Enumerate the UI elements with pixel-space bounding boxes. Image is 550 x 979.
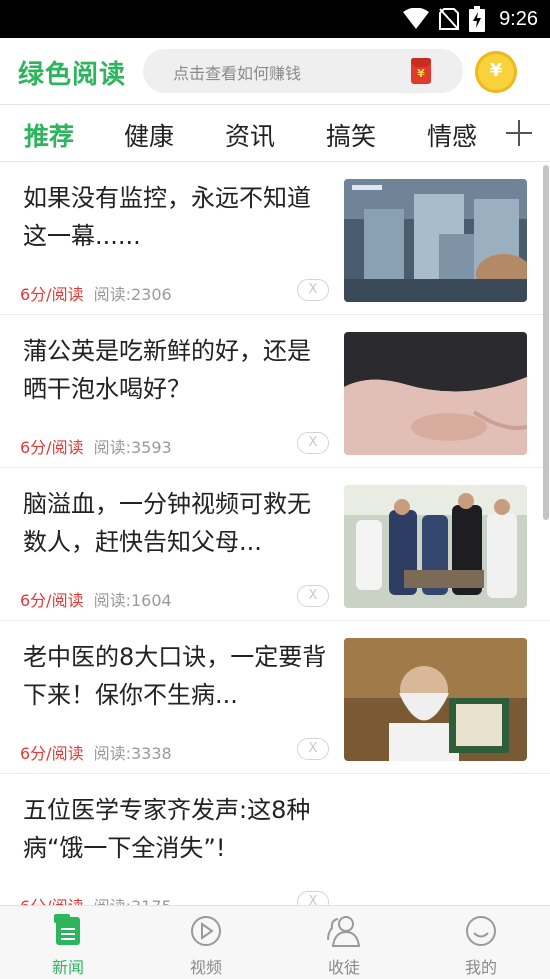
article-title: 如果没有监控，永远不知道这一幕...... (23, 184, 311, 250)
tab-health[interactable]: 健康 (124, 117, 174, 153)
read-count: 阅读:2306 (93, 285, 172, 304)
article-feed[interactable]: 如果没有监控，永远不知道这一幕...... 6分/阅读 阅读:2306 X 蒲公英… (0, 162, 550, 905)
points-label: 6分/阅读 (20, 591, 84, 610)
article-meta: 6分/阅读 阅读:1604 (20, 587, 172, 611)
scrollbar[interactable] (543, 165, 549, 520)
article-title: 老中医的8大口诀，一定要背下来！保你不生病... (23, 643, 327, 709)
points-label: 6分/阅读 (20, 285, 84, 304)
tab-emotion[interactable]: 情感 (427, 117, 477, 153)
article-item[interactable]: 五位医学专家齐发声:这8种病“饿一下全消失”! 6分/阅读 阅读:3175 X (0, 774, 550, 905)
article-meta: 6分/阅读 阅读:3175 (20, 893, 172, 905)
dismiss-button[interactable]: X (297, 432, 329, 454)
no-sim-icon (439, 8, 460, 30)
news-icon (54, 914, 80, 945)
add-tab-icon[interactable] (505, 119, 533, 147)
nav-label: 视频 (189, 958, 222, 977)
dismiss-button[interactable]: X (297, 585, 329, 607)
article-thumbnail (344, 179, 527, 302)
article-meta: 6分/阅读 阅读:3593 (20, 434, 172, 458)
battery-charging-icon (469, 6, 486, 32)
article-title: 蒲公英是吃新鲜的好，还是晒干泡水喝好？ (23, 337, 311, 403)
play-icon (191, 916, 221, 946)
tab-news[interactable]: 资讯 (225, 117, 275, 153)
nav-news[interactable]: 新闻 (18, 914, 118, 977)
read-count: 阅读:3338 (93, 744, 172, 763)
points-label: 6分/阅读 (20, 897, 84, 905)
app-header: 绿色阅读 点击查看如何赚钱 ¥ ¥ (0, 38, 550, 104)
tab-recommend[interactable]: 推荐 (24, 117, 74, 153)
yuan-icon: ¥ (489, 60, 503, 81)
article-item[interactable]: 脑溢血，一分钟视频可救无数人，赶快告知父母... 6分/阅读 阅读:1604 X (0, 468, 550, 621)
nav-label: 我的 (464, 958, 497, 977)
read-count: 阅读:3175 (94, 897, 172, 905)
status-bar: 9:26 (0, 0, 550, 38)
points-label: 6分/阅读 (20, 438, 84, 457)
dismiss-button[interactable]: X (297, 738, 329, 760)
article-meta: 6分/阅读 阅读:3338 (20, 740, 172, 764)
search-bar[interactable]: 点击查看如何赚钱 ¥ (143, 49, 463, 93)
dismiss-button[interactable]: X (297, 279, 329, 301)
nav-video[interactable]: 视频 (156, 914, 256, 977)
nav-label: 新闻 (51, 958, 84, 977)
points-label: 6分/阅读 (20, 744, 84, 763)
search-placeholder: 点击查看如何赚钱 (173, 64, 302, 83)
article-thumbnail (344, 638, 527, 761)
tab-funny[interactable]: 搞笑 (326, 117, 376, 153)
read-count: 阅读:1604 (93, 591, 172, 610)
smile-icon (466, 916, 496, 946)
article-item[interactable]: 蒲公英是吃新鲜的好，还是晒干泡水喝好？ 6分/阅读 阅读:3593 X (0, 315, 550, 468)
article-meta: 6分/阅读 阅读:2306 (20, 281, 172, 305)
red-packet-icon[interactable]: ¥ (411, 58, 431, 84)
article-item[interactable]: 如果没有监控，永远不知道这一幕...... 6分/阅读 阅读:2306 X (0, 162, 550, 315)
bottom-navigation: 新闻 视频 收徒 我的 (0, 905, 550, 979)
category-tabs: 推荐 健康 资讯 搞笑 情感 (0, 104, 550, 162)
nav-recruit[interactable]: 收徒 (294, 914, 394, 977)
dismiss-button[interactable]: X (297, 891, 329, 905)
article-thumbnail (344, 332, 527, 455)
nav-label: 收徒 (327, 958, 360, 977)
coin-button[interactable]: ¥ (475, 51, 517, 93)
wifi-icon (403, 8, 430, 29)
read-count: 阅读:3593 (93, 438, 172, 457)
article-thumbnail (344, 485, 527, 608)
article-item[interactable]: 老中医的8大口诀，一定要背下来！保你不生病... 6分/阅读 阅读:3338 X (0, 621, 550, 774)
article-title: 五位医学专家齐发声:这8种病“饿一下全消失”! (23, 796, 311, 862)
status-time: 9:26 (499, 7, 538, 30)
nav-profile[interactable]: 我的 (431, 914, 531, 977)
article-title: 脑溢血，一分钟视频可救无数人，赶快告知父母... (23, 490, 311, 556)
people-icon (327, 916, 361, 947)
app-title: 绿色阅读 (18, 60, 127, 90)
